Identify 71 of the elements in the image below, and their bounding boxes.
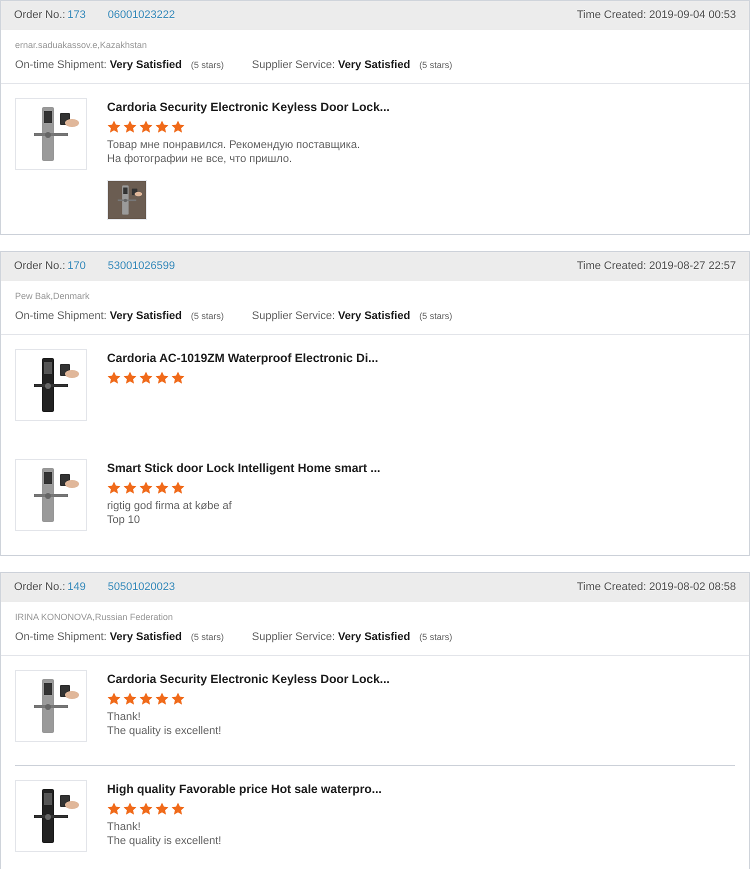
star-icon (107, 120, 121, 134)
review-text: The quality is excellent! (107, 834, 222, 848)
rating-note: (5 stars) (419, 58, 452, 72)
star-icon (155, 481, 169, 495)
rating-note: (5 stars) (190, 630, 224, 644)
rating-label: Supplier Service: (252, 58, 336, 72)
review-text: Top 10 (107, 513, 142, 527)
buyer-name: ernar.saduakassov.e,Kazakhstan (15, 39, 148, 52)
time-label: Time Created: (576, 8, 646, 24)
star-icon (171, 120, 185, 134)
time-label: Time Created: (576, 259, 646, 274)
star-icon (139, 802, 153, 816)
star-icon (139, 692, 153, 706)
star-icon (123, 120, 137, 134)
time-value: 2019-08-27 22:57 (649, 259, 736, 274)
rating-value: Very Satisfied (338, 58, 410, 72)
star-icon (155, 120, 169, 134)
star-icon (155, 802, 169, 816)
product-title[interactable]: Cardoria Security Electronic Keyless Door Lock... (107, 98, 390, 116)
review-text: На фотографии не все, что пришло. (107, 152, 293, 166)
rating-label: Supplier Service: (252, 308, 336, 324)
star-icon (107, 481, 121, 495)
rating-value: Very Satisfied (338, 630, 410, 644)
order-label: Order No.: (14, 580, 66, 596)
rating-note: (5 stars) (419, 310, 452, 323)
order-number: 173 (67, 8, 86, 24)
star-icon (139, 481, 153, 495)
star-icon (107, 802, 121, 816)
star-icon (155, 371, 169, 385)
rating-note: (5 stars) (190, 310, 224, 323)
star-icon (123, 481, 137, 495)
review-text: rigtig god firma at købe af (107, 499, 233, 513)
rating-value: Very Satisfied (338, 308, 410, 324)
order-number: 149 (67, 580, 86, 596)
review-text: Thank! (107, 820, 142, 834)
review-text: Товар мне понравился. Рекомендую поставщика. (107, 138, 362, 152)
product-title[interactable]: High quality Favorable price Hot sale waterpro... (107, 780, 382, 798)
time-label: Time Created: (576, 580, 646, 596)
rating-label: Supplier Service: (252, 630, 336, 644)
buyer-name: Pew Bak,Denmark (15, 290, 91, 303)
star-icon (155, 692, 169, 706)
order-label: Order No.: (14, 8, 66, 24)
product-title[interactable]: Smart Stick door Lock Intelligent Home smart ... (107, 459, 380, 477)
star-icon (107, 371, 121, 385)
review-text: The quality is excellent! (107, 724, 222, 738)
rating-value: Very Satisfied (110, 308, 182, 324)
time-value: 2019-09-04 00:53 (649, 8, 736, 24)
star-icon (107, 692, 121, 706)
time-value: 2019-08-02 08:58 (649, 580, 736, 596)
rating-label: On-time Shipment: (15, 308, 107, 324)
rating-value: Very Satisfied (110, 58, 182, 72)
star-icon (171, 371, 185, 385)
order-label: Order No.: (14, 259, 66, 274)
star-icon (171, 481, 185, 495)
star-icon (139, 371, 153, 385)
review-text: Thank! (107, 710, 142, 724)
buyer-name: IRINA KONONOVA,Russian Federation (15, 611, 174, 624)
star-icon (123, 692, 137, 706)
star-icon (123, 371, 137, 385)
rating-label: On-time Shipment: (15, 630, 107, 644)
star-icon (171, 692, 185, 706)
star-icon (139, 120, 153, 134)
product-title[interactable]: Cardoria AC-1019ZM Waterproof Electronic Di... (107, 349, 378, 367)
rating-note: (5 stars) (190, 58, 224, 72)
rating-value: Very Satisfied (110, 630, 182, 644)
star-icon (123, 802, 137, 816)
star-icon (171, 802, 185, 816)
rating-label: On-time Shipment: (15, 58, 107, 72)
order-number: 170 (67, 259, 86, 274)
rating-note: (5 stars) (419, 630, 452, 644)
product-title[interactable]: Cardoria Security Electronic Keyless Door Lock... (107, 670, 390, 688)
